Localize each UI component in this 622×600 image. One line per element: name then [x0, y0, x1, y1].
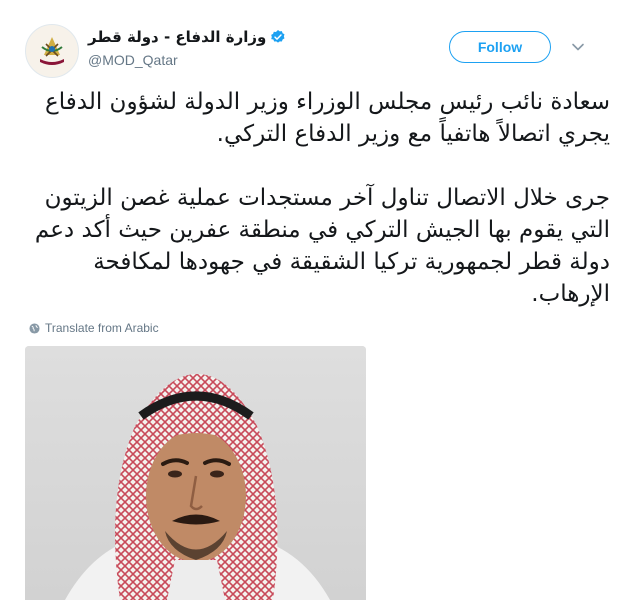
author-name-row[interactable]: وزارة الدفاع - دولة قطر — [88, 27, 286, 47]
verified-badge-icon — [271, 30, 285, 43]
portrait-photo — [25, 346, 366, 600]
chevron-down-icon[interactable] — [570, 39, 586, 55]
translate-link[interactable]: Translate from Arabic — [29, 321, 159, 335]
avatar[interactable] — [25, 24, 79, 78]
tweet-photo[interactable] — [25, 346, 366, 600]
display-name[interactable]: وزارة الدفاع - دولة قطر — [88, 28, 266, 46]
tweet-text: سعادة نائب رئيس مجلس الوزراء وزير الدولة… — [34, 89, 610, 307]
follow-button[interactable]: Follow — [449, 31, 551, 63]
translate-label[interactable]: Translate from Arabic — [45, 321, 159, 335]
account-handle[interactable]: @MOD_Qatar — [88, 52, 178, 68]
ministry-emblem-icon — [27, 26, 77, 76]
globe-icon — [29, 322, 40, 334]
